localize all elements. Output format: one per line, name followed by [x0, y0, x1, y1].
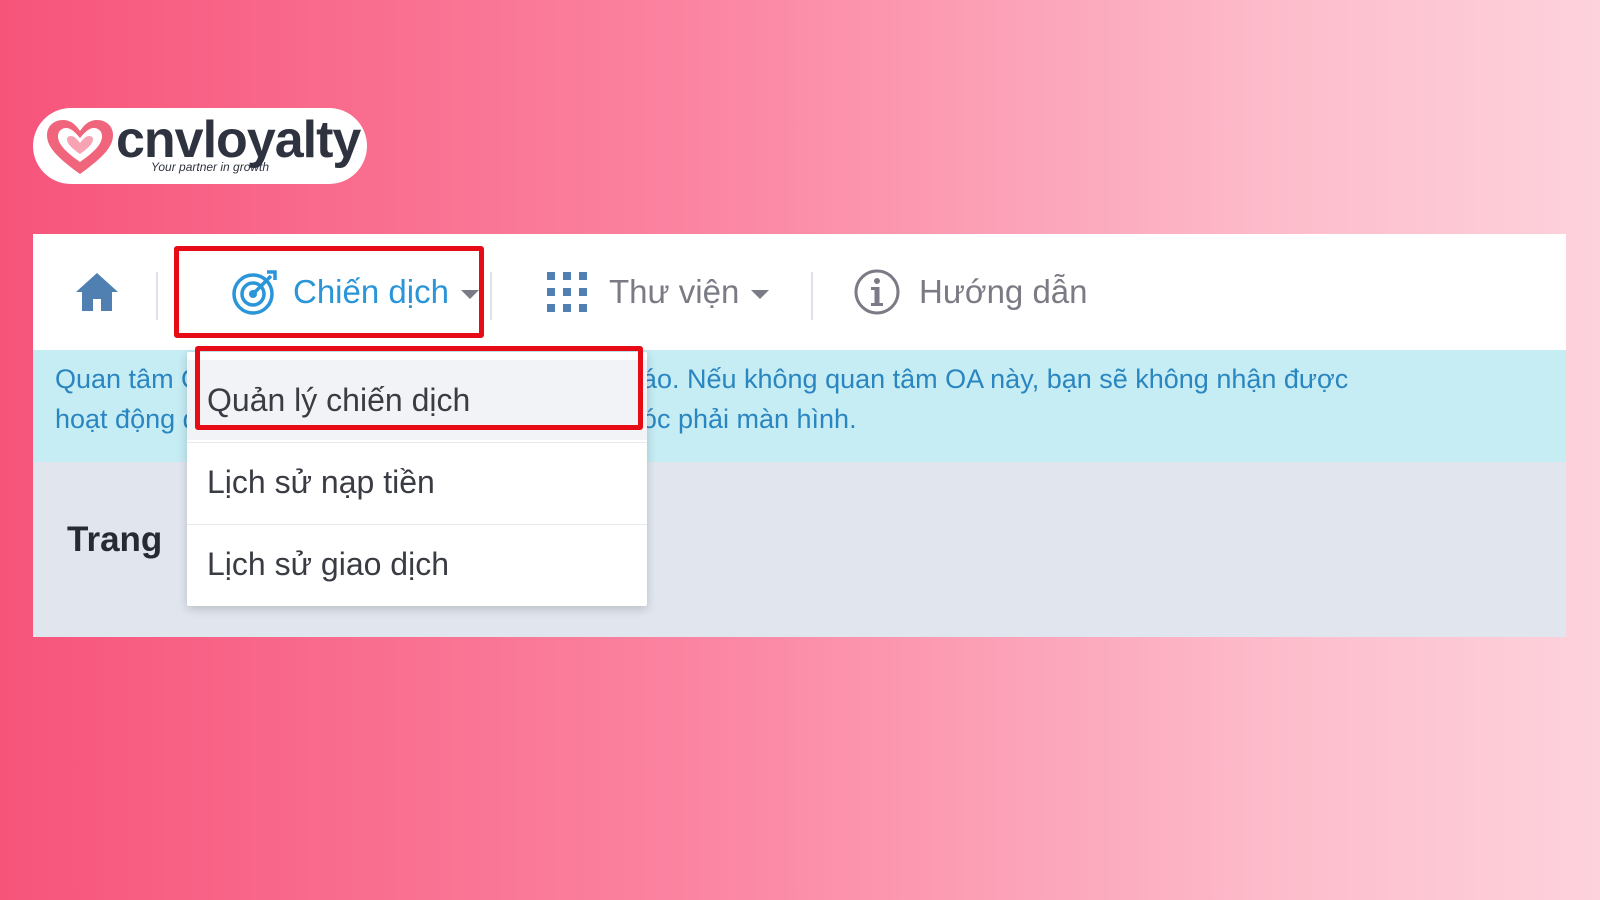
nav-separator — [811, 272, 813, 320]
menu-item-topup-history[interactable]: Lịch sử nạp tiền — [187, 442, 647, 522]
highlight-box-campaign — [174, 246, 484, 338]
grid-icon — [547, 272, 587, 312]
home-icon[interactable] — [73, 270, 121, 314]
nav-library[interactable]: Thư viện — [545, 234, 770, 350]
nav-guide[interactable]: Hướng dẫn — [853, 234, 1088, 350]
brand-logo: cnvloyalty Your partner in growth — [33, 108, 367, 184]
highlight-box-manage-campaign — [195, 346, 643, 430]
menu-item-transaction-history[interactable]: Lịch sử giao dịch — [187, 524, 647, 604]
heart-icon — [47, 120, 113, 174]
info-icon — [854, 269, 900, 315]
nav-separator — [156, 272, 158, 320]
chevron-down-icon — [751, 289, 770, 299]
top-nav: Chiến dịch Thư viện Hướng dẫn — [33, 234, 1566, 350]
nav-library-label: Thư viện — [609, 273, 740, 310]
app-panel: Chiến dịch Thư viện Hướng dẫn Quan tâm O… — [33, 234, 1566, 637]
brand-tagline: Your partner in growth — [151, 160, 270, 174]
page-title: Trang — [67, 520, 163, 559]
nav-guide-label: Hướng dẫn — [919, 273, 1088, 310]
nav-separator — [490, 272, 492, 320]
